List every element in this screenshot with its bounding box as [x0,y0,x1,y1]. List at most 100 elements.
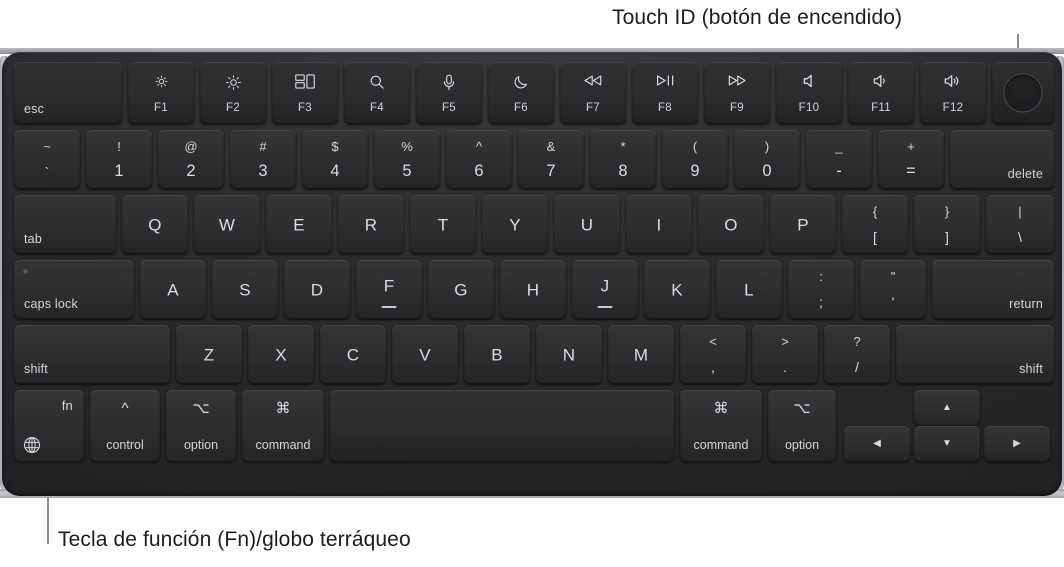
callout-label-fn-globe: Tecla de función (Fn)/globo terráqueo [58,528,411,551]
key-control-left[interactable]: ^ control [90,390,160,462]
key-semicolon-colon[interactable]: : ; [788,260,854,319]
key-command-right[interactable]: ⌘ command [680,390,762,462]
key-grave-tilde[interactable]: ~ ` [14,130,80,189]
key-4[interactable]: $ 4 [302,130,368,189]
key-2-upper-label: @ [184,139,198,154]
key-f4[interactable]: F4 [344,62,410,124]
key-minus-underscore[interactable]: _ - [806,130,872,189]
key-p[interactable]: P [770,195,836,254]
key-shift-left[interactable]: shift [14,325,170,384]
key-d[interactable]: D [284,260,350,319]
key-c-label: C [346,345,360,364]
key-slash-question[interactable]: ? / [824,325,890,384]
key-i-label: I [656,215,662,234]
play-pause-icon [632,74,698,90]
key-arrow-right[interactable]: ▶ [984,426,1050,462]
key-comma-lessthan[interactable]: < , [680,325,746,384]
key-w[interactable]: W [194,195,260,254]
key-u[interactable]: U [554,195,620,254]
key-f2[interactable]: F2 [200,62,266,124]
key-x[interactable]: X [248,325,314,384]
key-fn-globe[interactable]: fn [14,390,84,462]
key-f3[interactable]: F3 [272,62,338,124]
key-s[interactable]: S [212,260,278,319]
key-return[interactable]: return [932,260,1054,319]
key-f12[interactable]: F12 [920,62,986,124]
key-7[interactable]: & 7 [518,130,584,189]
key-f1-label: F1 [153,101,169,114]
key-3[interactable]: # 3 [230,130,296,189]
key-minus-lower-label: - [836,161,842,180]
key-6-upper-label: ^ [475,139,483,154]
key-arrow-left[interactable]: ◀ [844,426,910,462]
key-o[interactable]: O [698,195,764,254]
key-m[interactable]: M [608,325,674,384]
key-f6[interactable]: F6 [488,62,554,124]
key-f5[interactable]: F5 [416,62,482,124]
command-symbol-icon: ⌘ [713,400,729,417]
keyboard: esc F1 F2 F3 F4 F5 F6 F7 F8 F9 F10 F11 F… [2,52,1062,496]
key-tab[interactable]: tab [14,195,116,254]
key-8[interactable]: * 8 [590,130,656,189]
key-l-label: L [744,280,754,299]
key-e[interactable]: E [266,195,332,254]
key-arrow-down[interactable]: ▼ [914,426,980,462]
key-period-greaterthan[interactable]: > . [752,325,818,384]
key-x-label: X [275,345,287,364]
key-equal-plus[interactable]: + = [878,130,944,189]
key-5[interactable]: % 5 [374,130,440,189]
key-option-right[interactable]: ⌥ option [768,390,836,462]
key-z[interactable]: Z [176,325,242,384]
key-r[interactable]: R [338,195,404,254]
key-option-left[interactable]: ⌥ option [166,390,236,462]
key-y[interactable]: Y [482,195,548,254]
key-quote-doublequote[interactable]: " ' [860,260,926,319]
key-1-upper-label: ! [117,139,121,154]
key-6-lower-label: 6 [474,161,484,180]
key-f9[interactable]: F9 [704,62,770,124]
key-l[interactable]: L [716,260,782,319]
key-f11[interactable]: F11 [848,62,914,124]
key-1[interactable]: ! 1 [86,130,152,189]
key-space[interactable] [330,390,674,462]
key-bracket-left[interactable]: { [ [842,195,908,254]
key-g[interactable]: G [428,260,494,319]
key-f1[interactable]: F1 [128,62,194,124]
key-j[interactable]: J [572,260,638,319]
key-q[interactable]: Q [122,195,188,254]
touch-id-icon [1004,74,1042,112]
key-c[interactable]: C [320,325,386,384]
key-a[interactable]: A [140,260,206,319]
key-arrow-up[interactable]: ▲ [914,390,980,426]
key-b[interactable]: B [464,325,530,384]
key-2[interactable]: @ 2 [158,130,224,189]
key-caps-lock[interactable]: caps lock [14,260,134,319]
arrow-up-icon: ▲ [942,402,952,413]
key-f10[interactable]: F10 [776,62,842,124]
key-bracket-right[interactable]: } ] [914,195,980,254]
key-b-label: B [491,345,503,364]
key-0-lower-label: 0 [762,161,772,180]
key-h[interactable]: H [500,260,566,319]
key-period-lower-label: . [783,359,787,375]
key-shift-right[interactable]: shift [896,325,1054,384]
key-0[interactable]: ) 0 [734,130,800,189]
key-v[interactable]: V [392,325,458,384]
key-backslash-pipe[interactable]: | \ [986,195,1054,254]
key-f7[interactable]: F7 [560,62,626,124]
key-n[interactable]: N [536,325,602,384]
key-touch-id-power-button[interactable] [992,62,1054,124]
key-f8[interactable]: F8 [632,62,698,124]
key-k[interactable]: K [644,260,710,319]
key-semicolon-lower-label: ; [819,294,823,310]
key-f[interactable]: F [356,260,422,319]
key-t[interactable]: T [410,195,476,254]
key-delete[interactable]: delete [950,130,1054,189]
key-6[interactable]: ^ 6 [446,130,512,189]
key-command-left[interactable]: ⌘ command [242,390,324,462]
key-esc[interactable]: esc [14,62,122,124]
key-backslash-upper-label: | [1018,204,1022,219]
key-i[interactable]: I [626,195,692,254]
key-9[interactable]: ( 9 [662,130,728,189]
key-fn-label: fn [61,398,73,413]
